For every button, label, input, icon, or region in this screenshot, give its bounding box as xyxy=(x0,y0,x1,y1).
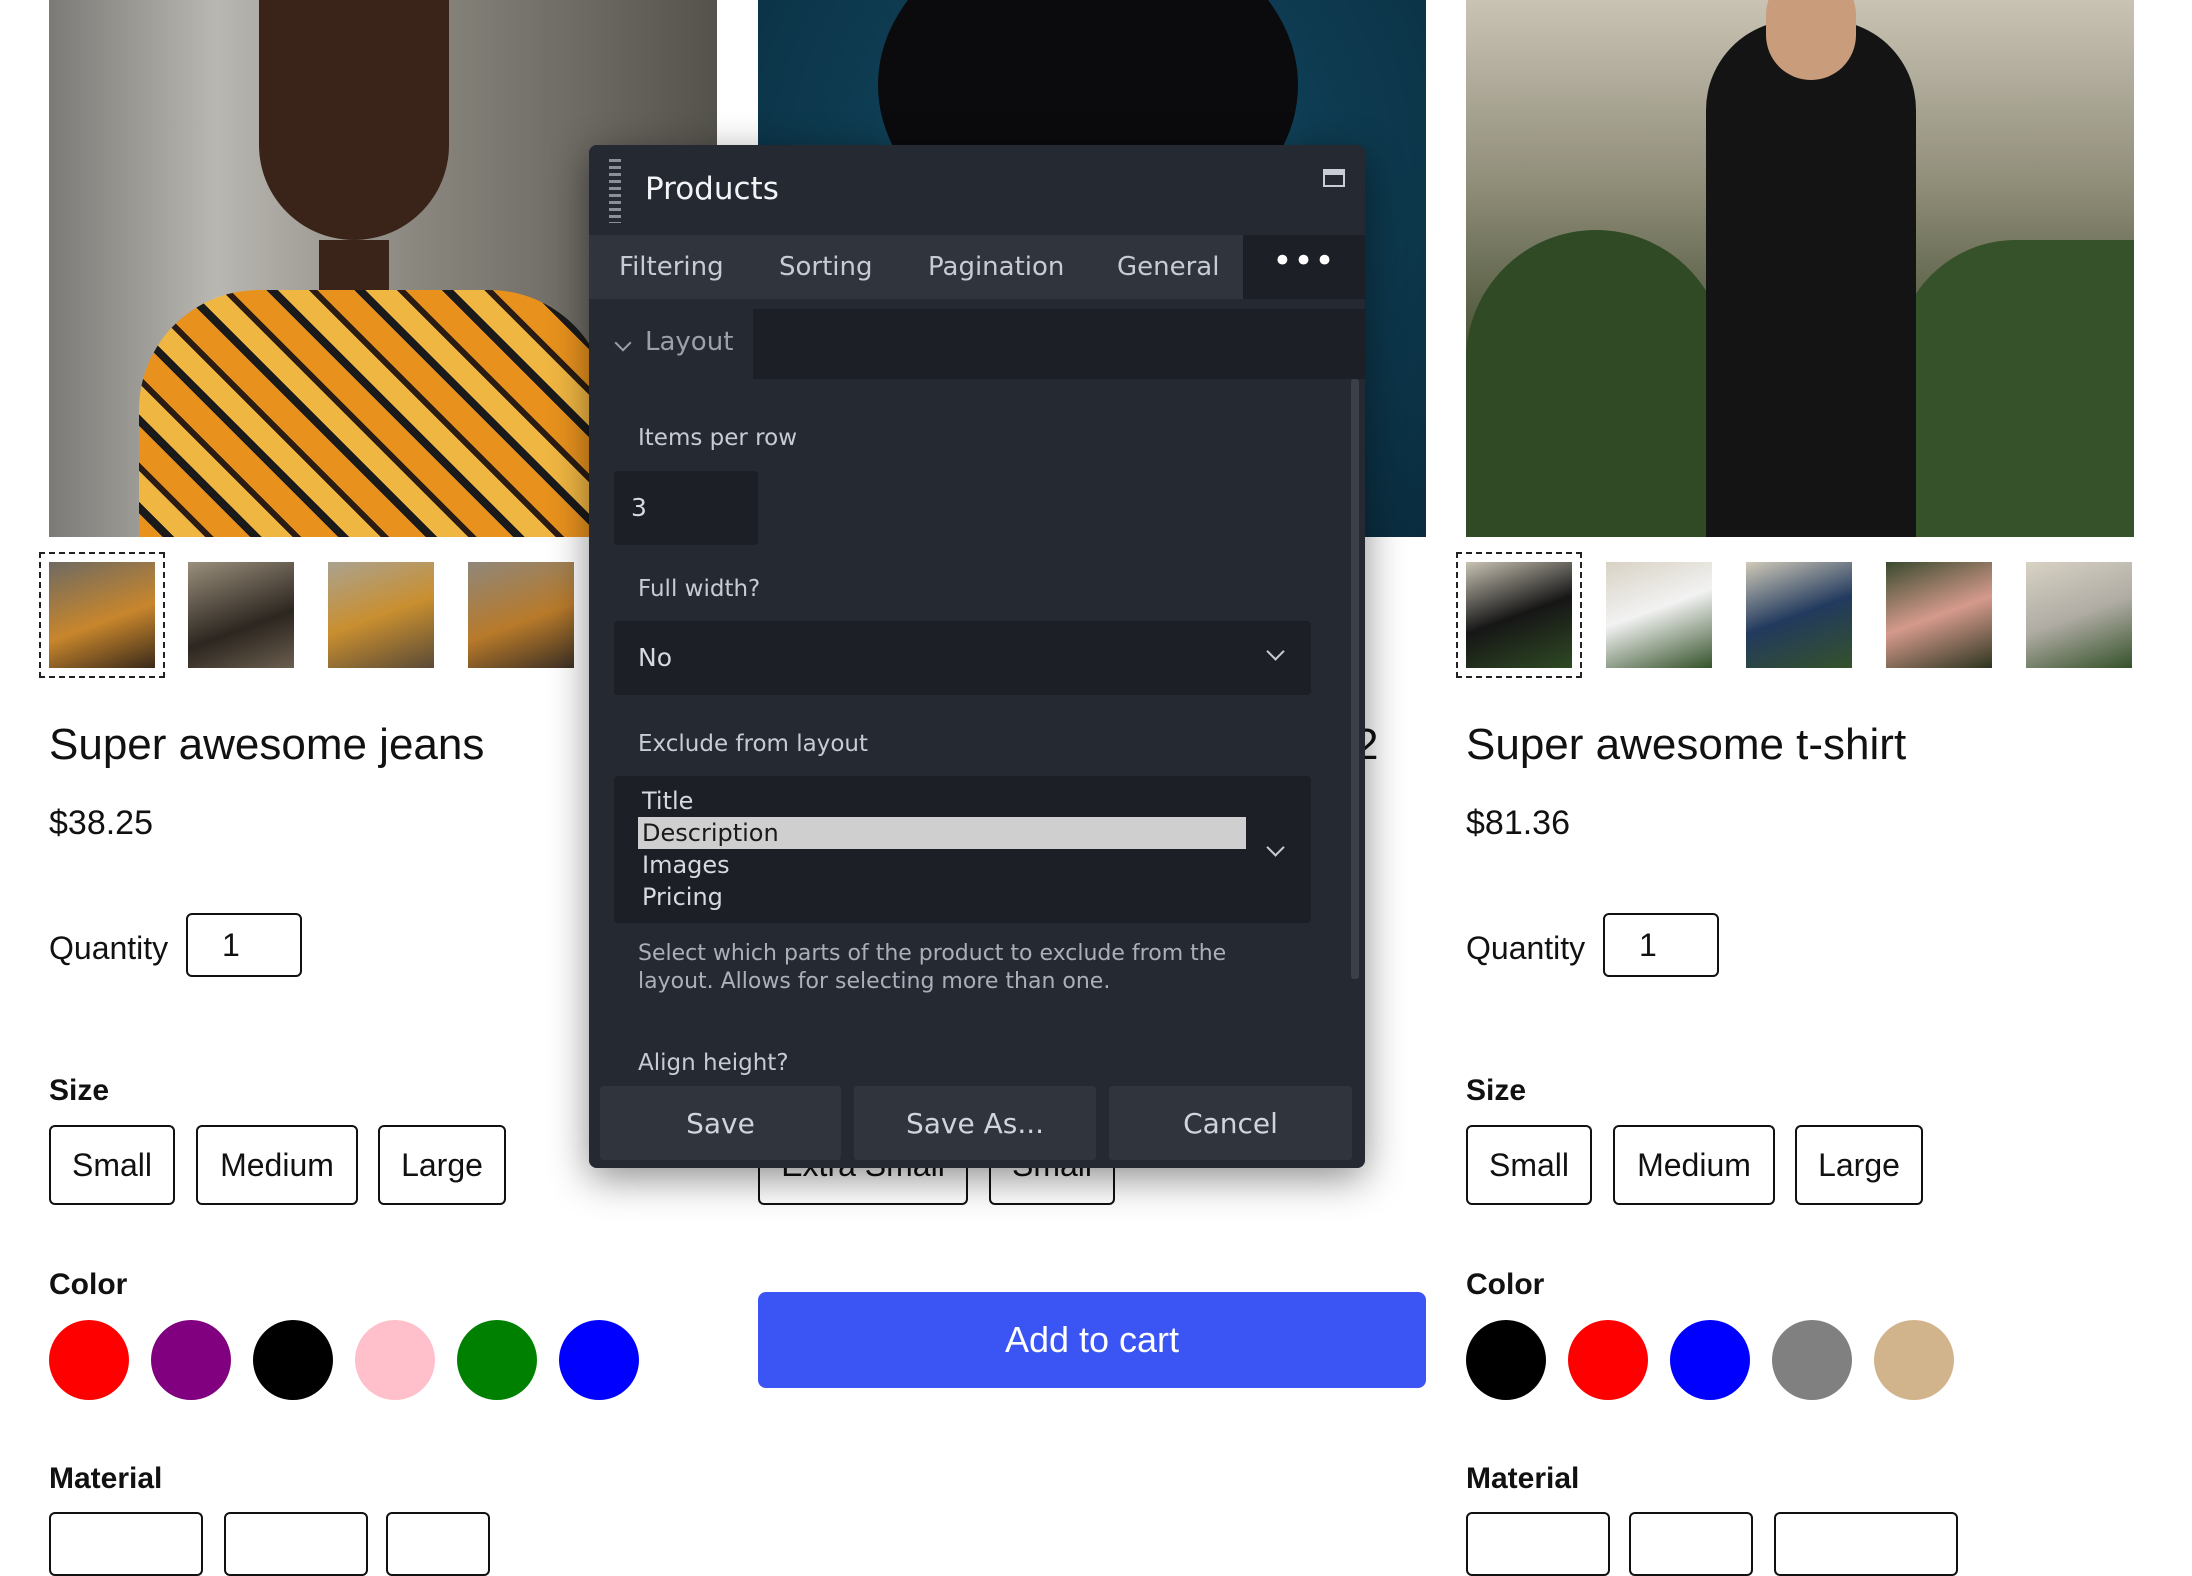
color-swatch-black[interactable] xyxy=(1466,1320,1546,1400)
material-option[interactable] xyxy=(1466,1512,1610,1576)
dialog-scrollbar[interactable] xyxy=(1351,379,1359,979)
color-swatch-purple[interactable] xyxy=(151,1320,231,1400)
more-tabs-icon[interactable]: ••• xyxy=(1243,235,1365,299)
material-option[interactable] xyxy=(1629,1512,1753,1576)
dialog-header[interactable]: Products xyxy=(589,145,1365,235)
color-swatch-green[interactable] xyxy=(457,1320,537,1400)
material-label: Material xyxy=(49,1462,163,1495)
size-option-small[interactable]: Small xyxy=(1466,1125,1592,1205)
thumbnail-tshirt-1[interactable] xyxy=(1456,552,1582,678)
material-label: Material xyxy=(1466,1462,1580,1495)
chevron-down-icon xyxy=(1266,642,1285,661)
exclude-options-list: Title Description Images Pricing xyxy=(638,785,1246,913)
cancel-button[interactable]: Cancel xyxy=(1109,1086,1352,1160)
size-option-large[interactable]: Large xyxy=(378,1125,506,1205)
tab-pagination[interactable]: Pagination xyxy=(928,235,1064,299)
color-swatch-red[interactable] xyxy=(49,1320,129,1400)
items-per-row-value: 3 xyxy=(631,493,647,522)
color-swatch-tan[interactable] xyxy=(1874,1320,1954,1400)
exclude-option-description[interactable]: Description xyxy=(638,817,1246,849)
quantity-input[interactable]: 1 xyxy=(1603,913,1719,977)
exclude-multiselect[interactable]: Title Description Images Pricing xyxy=(614,776,1311,923)
product-price: $38.25 xyxy=(49,804,153,842)
material-option[interactable] xyxy=(386,1512,490,1576)
items-per-row-input[interactable]: 3 xyxy=(614,471,758,545)
section-layout-label: Layout xyxy=(645,327,734,357)
size-option-small[interactable]: Small xyxy=(49,1125,175,1205)
thumbnail-tshirt-3[interactable] xyxy=(1746,562,1852,668)
dialog-tabs: Filtering Sorting Pagination General ••• xyxy=(589,235,1365,299)
color-swatch-pink[interactable] xyxy=(355,1320,435,1400)
quantity-input[interactable]: 1 xyxy=(186,913,302,977)
maximize-icon[interactable] xyxy=(1323,169,1345,187)
color-swatch-blue[interactable] xyxy=(559,1320,639,1400)
color-swatch-blue[interactable] xyxy=(1670,1320,1750,1400)
drag-handle-icon[interactable] xyxy=(609,159,621,223)
thumbnail-tshirt-2[interactable] xyxy=(1606,562,1712,668)
tab-filtering[interactable]: Filtering xyxy=(619,235,724,299)
exclude-option-pricing[interactable]: Pricing xyxy=(638,881,1246,913)
chevron-down-icon xyxy=(614,334,632,352)
product-price: $81.36 xyxy=(1466,804,1570,842)
thumbnail-tshirt-5[interactable] xyxy=(2026,562,2132,668)
color-label: Color xyxy=(49,1268,128,1301)
thumbnail-tshirt-4[interactable] xyxy=(1886,562,1992,668)
product-photo-tshirt[interactable] xyxy=(1466,0,2134,537)
product-title: Super awesome jeans xyxy=(49,720,485,769)
products-settings-dialog: Products Filtering Sorting Pagination Ge… xyxy=(589,145,1365,1168)
thumbnail-jeans-3[interactable] xyxy=(328,562,434,668)
tab-sorting[interactable]: Sorting xyxy=(779,235,873,299)
material-option[interactable] xyxy=(49,1512,203,1576)
color-label: Color xyxy=(1466,1268,1545,1301)
save-button[interactable]: Save xyxy=(600,1086,841,1160)
align-height-label: Align height? xyxy=(638,1050,789,1076)
exclude-option-images[interactable]: Images xyxy=(638,849,1246,881)
section-bar: Layout xyxy=(589,309,1365,379)
material-option[interactable] xyxy=(1774,1512,1958,1576)
save-as-button[interactable]: Save As... xyxy=(854,1086,1096,1160)
size-label: Size xyxy=(49,1074,110,1107)
size-option-medium[interactable]: Medium xyxy=(196,1125,358,1205)
material-option[interactable] xyxy=(224,1512,368,1576)
color-swatch-gray[interactable] xyxy=(1772,1320,1852,1400)
dialog-title: Products xyxy=(645,171,779,207)
tab-general[interactable]: General xyxy=(1117,235,1219,299)
add-to-cart-button[interactable]: Add to cart xyxy=(758,1292,1426,1388)
thumbnail-jeans-2[interactable] xyxy=(188,562,294,668)
thumbnail-jeans-1[interactable] xyxy=(39,552,165,678)
size-option-medium[interactable]: Medium xyxy=(1613,1125,1775,1205)
full-width-value: No xyxy=(638,643,672,672)
exclude-help-text: Select which parts of the product to exc… xyxy=(638,941,1227,994)
exclude-option-title[interactable]: Title xyxy=(638,785,1246,817)
thumbnail-jeans-4[interactable] xyxy=(468,562,574,668)
items-per-row-label: Items per row xyxy=(638,425,798,451)
product-title: Super awesome t-shirt xyxy=(1466,720,1907,769)
chevron-down-icon xyxy=(1266,838,1285,857)
full-width-label: Full width? xyxy=(638,576,761,602)
full-width-select[interactable]: No xyxy=(614,621,1311,695)
section-layout-toggle[interactable]: Layout xyxy=(589,309,753,379)
quantity-label: Quantity xyxy=(1466,930,1586,966)
color-swatch-red[interactable] xyxy=(1568,1320,1648,1400)
quantity-label: Quantity xyxy=(49,930,169,966)
color-swatch-black[interactable] xyxy=(253,1320,333,1400)
exclude-label: Exclude from layout xyxy=(638,731,869,757)
size-label: Size xyxy=(1466,1074,1527,1107)
size-option-large[interactable]: Large xyxy=(1795,1125,1923,1205)
